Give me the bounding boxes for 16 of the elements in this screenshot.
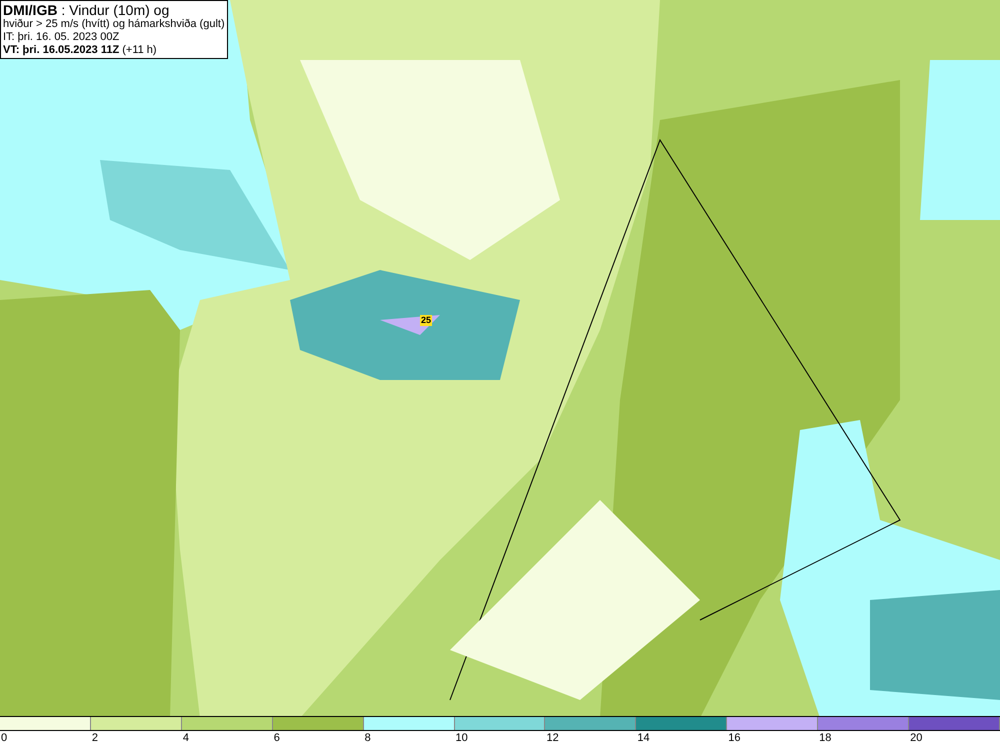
legend-tick-label: 2: [90, 731, 98, 746]
legend-tick-label: 6: [272, 731, 280, 746]
legend-tick-label: 16: [727, 731, 741, 746]
legend-tick-label: 12: [545, 731, 559, 746]
header-line: hviður > 25 m/s (hvítt) og hámarkshviða (gult): [3, 18, 225, 31]
legend-tick-label: 4: [182, 731, 189, 746]
header-line: IT: þri. 16. 05. 2023 00Z: [3, 31, 120, 44]
legend-tick-label: 10: [454, 731, 468, 746]
legend-tick-label: 8: [364, 731, 371, 746]
legend-tick-label: 14: [636, 731, 650, 746]
legend-tick-label: 18: [818, 731, 832, 746]
header-line: VT: þri. 16.05.2023 11Z (+11 h): [3, 44, 157, 57]
legend-tick-label: 0: [0, 731, 8, 746]
legend-tick-label: 20: [909, 731, 922, 746]
gust-label: 25: [420, 315, 432, 326]
header-line: DMI/IGB : Vindur (10m) og: [3, 2, 170, 18]
